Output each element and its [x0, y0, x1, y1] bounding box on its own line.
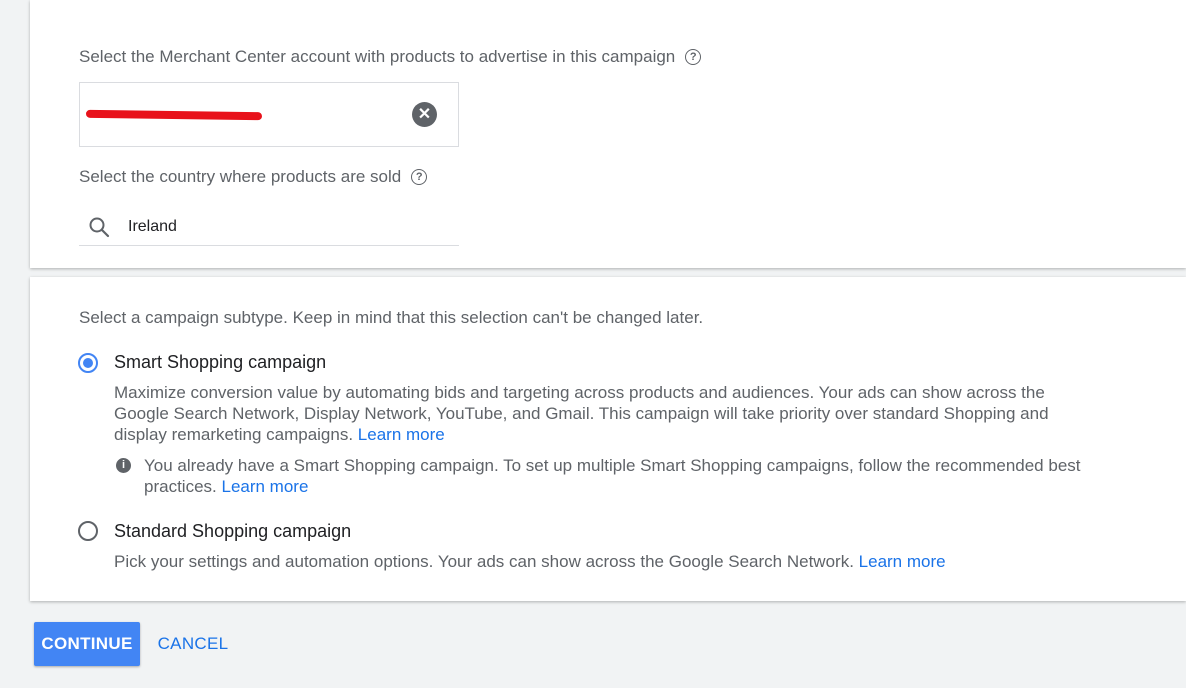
cancel-button[interactable]: CANCEL	[150, 622, 236, 666]
info-icon: i	[116, 458, 131, 473]
subtype-prompt: Select a campaign subtype. Keep in mind …	[79, 308, 704, 327]
standard-shopping-radio[interactable]	[78, 521, 98, 541]
standard-shopping-learn-more-link[interactable]: Learn more	[859, 552, 946, 571]
redacted-account-name	[85, 109, 263, 121]
smart-shopping-learn-more-link[interactable]: Learn more	[358, 425, 445, 444]
country-label: Select the country where products are so…	[79, 167, 428, 187]
merchant-account-section: Select the Merchant Center account with …	[30, 0, 1186, 268]
standard-shopping-title[interactable]: Standard Shopping campaign	[114, 521, 351, 542]
best-practices-learn-more-link[interactable]: Learn more	[221, 477, 308, 496]
smart-shopping-title[interactable]: Smart Shopping campaign	[114, 352, 326, 373]
merchant-account-label: Select the Merchant Center account with …	[79, 47, 702, 67]
smart-shopping-notice: You already have a Smart Shopping campai…	[144, 456, 1081, 496]
merchant-account-field[interactable]: ✕	[79, 82, 459, 147]
help-circle-icon[interactable]: ?	[411, 169, 428, 185]
country-search-field[interactable]: Ireland	[79, 203, 459, 246]
smart-shopping-description: Maximize conversion value by automating …	[114, 383, 1049, 444]
continue-button[interactable]: CONTINUE	[34, 622, 140, 666]
country-input-value[interactable]: Ireland	[128, 218, 177, 236]
help-circle-icon[interactable]: ?	[685, 49, 702, 65]
clear-circle-icon[interactable]: ✕	[412, 102, 437, 127]
search-icon	[89, 217, 110, 238]
campaign-subtype-section: Select a campaign subtype. Keep in mind …	[30, 277, 1186, 601]
standard-shopping-description: Pick your settings and automation option…	[114, 552, 946, 571]
smart-shopping-radio[interactable]	[78, 353, 98, 373]
